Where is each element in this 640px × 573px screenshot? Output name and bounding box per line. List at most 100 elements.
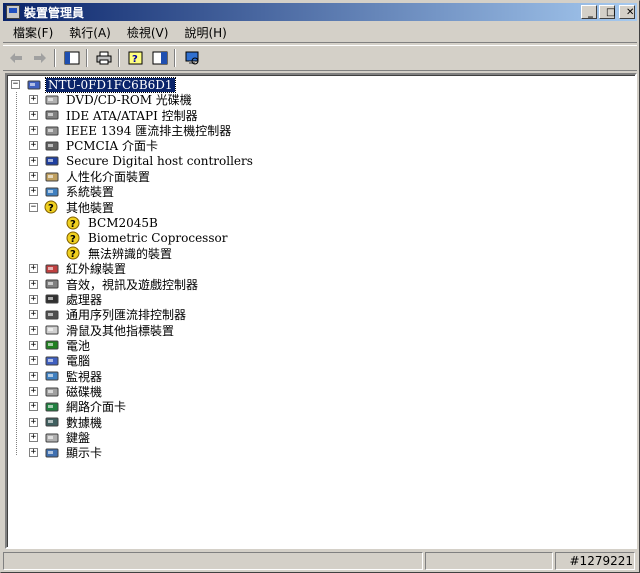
expand-icon[interactable]: +: [29, 417, 38, 427]
hid-icon: [44, 170, 60, 184]
properties-pane-icon[interactable]: [61, 48, 83, 68]
close-button[interactable]: ✕: [619, 5, 635, 19]
tree-root[interactable]: − NTU-0FD1FC6B6D1: [11, 76, 176, 93]
tree-item-label: Secure Digital host controllers: [66, 154, 253, 169]
svg-text:?: ?: [70, 219, 76, 230]
tree-item[interactable]: + 磁碟機: [29, 384, 104, 399]
tree-item[interactable]: + DVD/CD-ROM 光碟機: [29, 92, 194, 107]
expand-icon[interactable]: +: [29, 433, 38, 443]
toolbar-separator: [86, 49, 88, 67]
tree-connector-line: [16, 92, 17, 455]
tree-item[interactable]: + 鍵盤: [29, 430, 92, 445]
sd-icon: [44, 154, 60, 168]
menu-help[interactable]: 說明(H): [178, 24, 232, 41]
collapse-icon[interactable]: −: [29, 202, 38, 212]
expand-icon[interactable]: +: [29, 387, 38, 396]
minimize-button[interactable]: _: [581, 5, 597, 19]
window-title: 裝置管理員: [24, 5, 85, 20]
tree-item[interactable]: + 音效，視訊及遊戲控制器: [29, 277, 200, 292]
ieee1394-icon: [44, 124, 60, 138]
dvd-icon: [44, 93, 60, 107]
expand-icon[interactable]: +: [29, 126, 38, 136]
expand-icon[interactable]: +: [29, 110, 38, 120]
tree-item[interactable]: + 電腦: [29, 353, 92, 368]
infrared-icon: [44, 262, 60, 276]
back-icon[interactable]: [5, 48, 27, 68]
expand-icon[interactable]: +: [29, 156, 38, 166]
unknown-device-icon: ?: [44, 200, 60, 214]
disk-icon: [44, 385, 60, 399]
tree-item[interactable]: + IDE ATA/ATAPI 控制器: [29, 108, 200, 123]
tree-item-label: PCMCIA 介面卡: [66, 139, 158, 154]
unknown-device-icon: ?: [66, 231, 82, 245]
tree-item[interactable]: + 數據機: [29, 415, 104, 430]
toolbar-separator: [54, 49, 56, 67]
tree-child-item[interactable]: ? 無法辨識的裝置: [51, 246, 174, 261]
help-icon[interactable]: ?: [125, 48, 147, 68]
expand-icon[interactable]: +: [29, 264, 38, 274]
tree-item[interactable]: + 網路介面卡: [29, 399, 128, 414]
maximize-button[interactable]: □: [599, 5, 615, 19]
expand-icon[interactable]: +: [29, 371, 38, 381]
expand-icon[interactable]: +: [29, 279, 38, 289]
unknown-device-icon: ?: [66, 216, 82, 230]
expand-icon[interactable]: +: [29, 310, 38, 320]
tree-item[interactable]: + 電池: [29, 338, 92, 353]
menu-bar: 檔案(F) 執行(A) 檢視(V) 說明(H): [3, 23, 637, 43]
expand-icon[interactable]: +: [29, 95, 38, 105]
expand-icon[interactable]: +: [29, 402, 38, 412]
expand-icon[interactable]: +: [29, 356, 38, 366]
tree-item[interactable]: + 人性化介面裝置: [29, 169, 152, 184]
expand-icon[interactable]: +: [29, 340, 38, 350]
menu-view[interactable]: 檢視(V): [121, 24, 175, 41]
toolbar-separator: [118, 49, 120, 67]
tree-item[interactable]: + 處理器: [29, 292, 104, 307]
title-bar[interactable]: 裝置管理員 _ □ ✕: [3, 3, 637, 21]
status-pane-main: [3, 552, 423, 570]
ide-icon: [44, 108, 60, 122]
tree-item[interactable]: −? 其他裝置: [29, 200, 116, 215]
collapse-icon[interactable]: −: [11, 80, 20, 89]
status-bar: #1279221: [3, 552, 637, 572]
cpu-icon: [44, 292, 60, 306]
unknown-device-icon: ?: [66, 246, 82, 260]
expand-icon[interactable]: +: [29, 172, 38, 182]
tree-item-label: NTU-0FD1FC6B6D1: [45, 76, 176, 93]
audio-icon: [44, 277, 60, 291]
console-icon[interactable]: [149, 48, 171, 68]
tree-item[interactable]: + 監視器: [29, 369, 104, 384]
display-adapter-icon: [44, 446, 60, 460]
svg-text:?: ?: [48, 203, 54, 214]
tree-item[interactable]: + 滑鼠及其他指標裝置: [29, 323, 176, 338]
tree-item[interactable]: + 通用序列匯流排控制器: [29, 307, 188, 322]
tree-item-label: BCM2045B: [88, 215, 158, 230]
modem-icon: [44, 415, 60, 429]
expand-icon[interactable]: +: [29, 325, 38, 335]
toolbar-separator: [174, 49, 176, 67]
tree-item[interactable]: + Secure Digital host controllers: [29, 154, 255, 169]
tree-item[interactable]: + 顯示卡: [29, 445, 104, 460]
forward-icon[interactable]: [29, 48, 51, 68]
tree-item[interactable]: + 系統裝置: [29, 184, 116, 199]
tree-item[interactable]: + 紅外線裝置: [29, 261, 128, 276]
expand-icon[interactable]: +: [29, 448, 38, 458]
battery-icon: [44, 338, 60, 352]
expand-icon[interactable]: +: [29, 187, 38, 197]
menu-file[interactable]: 檔案(F): [7, 24, 59, 41]
mouse-icon: [44, 323, 60, 337]
tree-item-label: 顯示卡: [66, 446, 103, 461]
tree-child-item[interactable]: ? BCM2045B: [51, 215, 160, 230]
svg-text:?: ?: [70, 249, 76, 260]
pcmcia-icon: [44, 139, 60, 153]
svg-text:?: ?: [132, 54, 138, 65]
menu-action[interactable]: 執行(A): [63, 24, 117, 41]
print-icon[interactable]: [93, 48, 115, 68]
expand-icon[interactable]: +: [29, 294, 38, 304]
tree-item[interactable]: + IEEE 1394 匯流排主機控制器: [29, 123, 233, 138]
tree-child-item[interactable]: ? Biometric Coprocessor: [51, 231, 229, 246]
scan-hardware-icon[interactable]: [181, 48, 203, 68]
computer-icon: [26, 78, 42, 92]
tree-item[interactable]: + PCMCIA 介面卡: [29, 138, 160, 153]
expand-icon[interactable]: +: [29, 141, 38, 151]
device-tree[interactable]: − NTU-0FD1FC6B6D1 + DVD/CD-ROM 光碟機 + IDE ATA/…: [5, 73, 637, 549]
